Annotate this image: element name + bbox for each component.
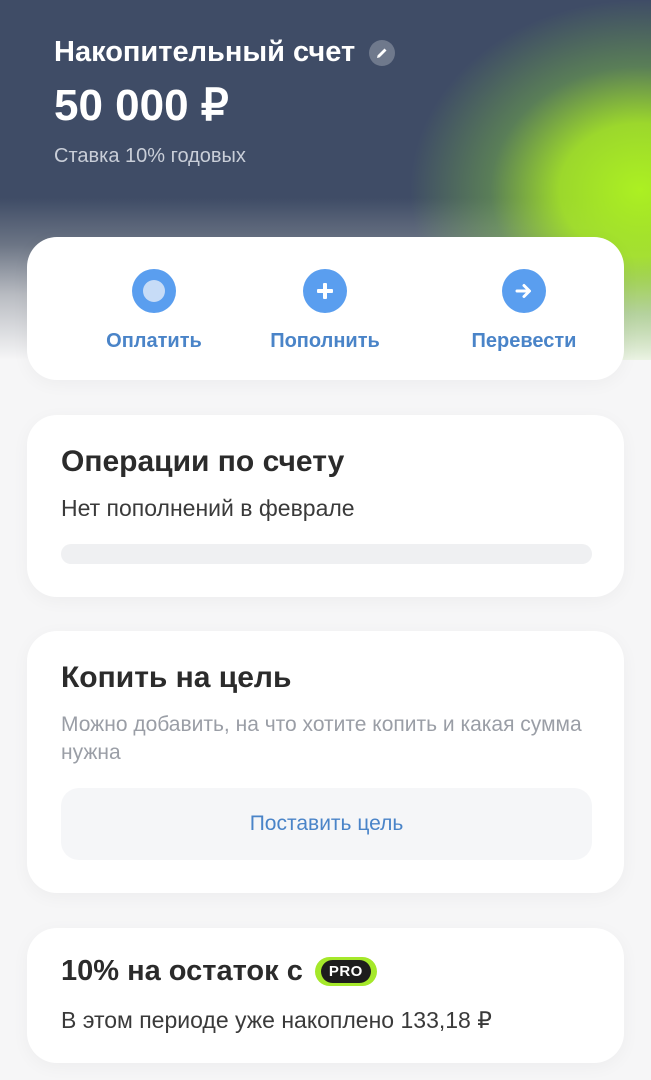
transfer-button[interactable]: Перевести	[434, 269, 614, 353]
goal-title: Копить на цель	[61, 661, 292, 694]
circle-icon	[132, 269, 176, 313]
account-title-row: Накопительный счет	[54, 36, 396, 69]
account-balance: 50 000 ₽	[54, 81, 229, 130]
pro-badge-label: PRO	[320, 960, 371, 983]
plus-icon	[303, 269, 347, 313]
interest-card[interactable]: 10% на остаток с PRO В этом периоде уже …	[27, 928, 624, 1063]
operations-progress-bar	[61, 544, 592, 564]
savings-goal-card: Копить на цель Можно добавить, на что хо…	[27, 631, 624, 893]
interest-accrued: В этом периоде уже накоплено 133,18 ₽	[61, 1007, 492, 1033]
arrow-right-icon	[502, 269, 546, 313]
account-title: Накопительный счет	[54, 36, 356, 68]
transfer-label: Перевести	[471, 330, 577, 352]
pay-label: Оплатить	[106, 330, 202, 352]
interest-title-row: 10% на остаток с PRO	[61, 955, 377, 988]
pencil-icon[interactable]	[369, 39, 396, 66]
pro-badge: PRO	[314, 957, 377, 986]
operations-subtitle: Нет пополнений в феврале	[61, 495, 355, 521]
top-up-button[interactable]: Пополнить	[235, 269, 415, 353]
top-up-label: Пополнить	[270, 330, 380, 352]
operations-title: Операции по счету	[61, 445, 345, 478]
operations-card[interactable]: Операции по счету Нет пополнений в февра…	[27, 415, 624, 597]
goal-description: Можно добавить, на что хотите копить и к…	[61, 713, 582, 764]
pay-button[interactable]: Оплатить	[64, 269, 244, 353]
interest-rate: Ставка 10% годовых	[54, 145, 246, 167]
interest-title: 10% на остаток с	[61, 955, 303, 987]
set-goal-button[interactable]: Поставить цель	[61, 788, 592, 860]
quick-actions-card: Оплатить Пополнить Перевести	[27, 237, 624, 380]
